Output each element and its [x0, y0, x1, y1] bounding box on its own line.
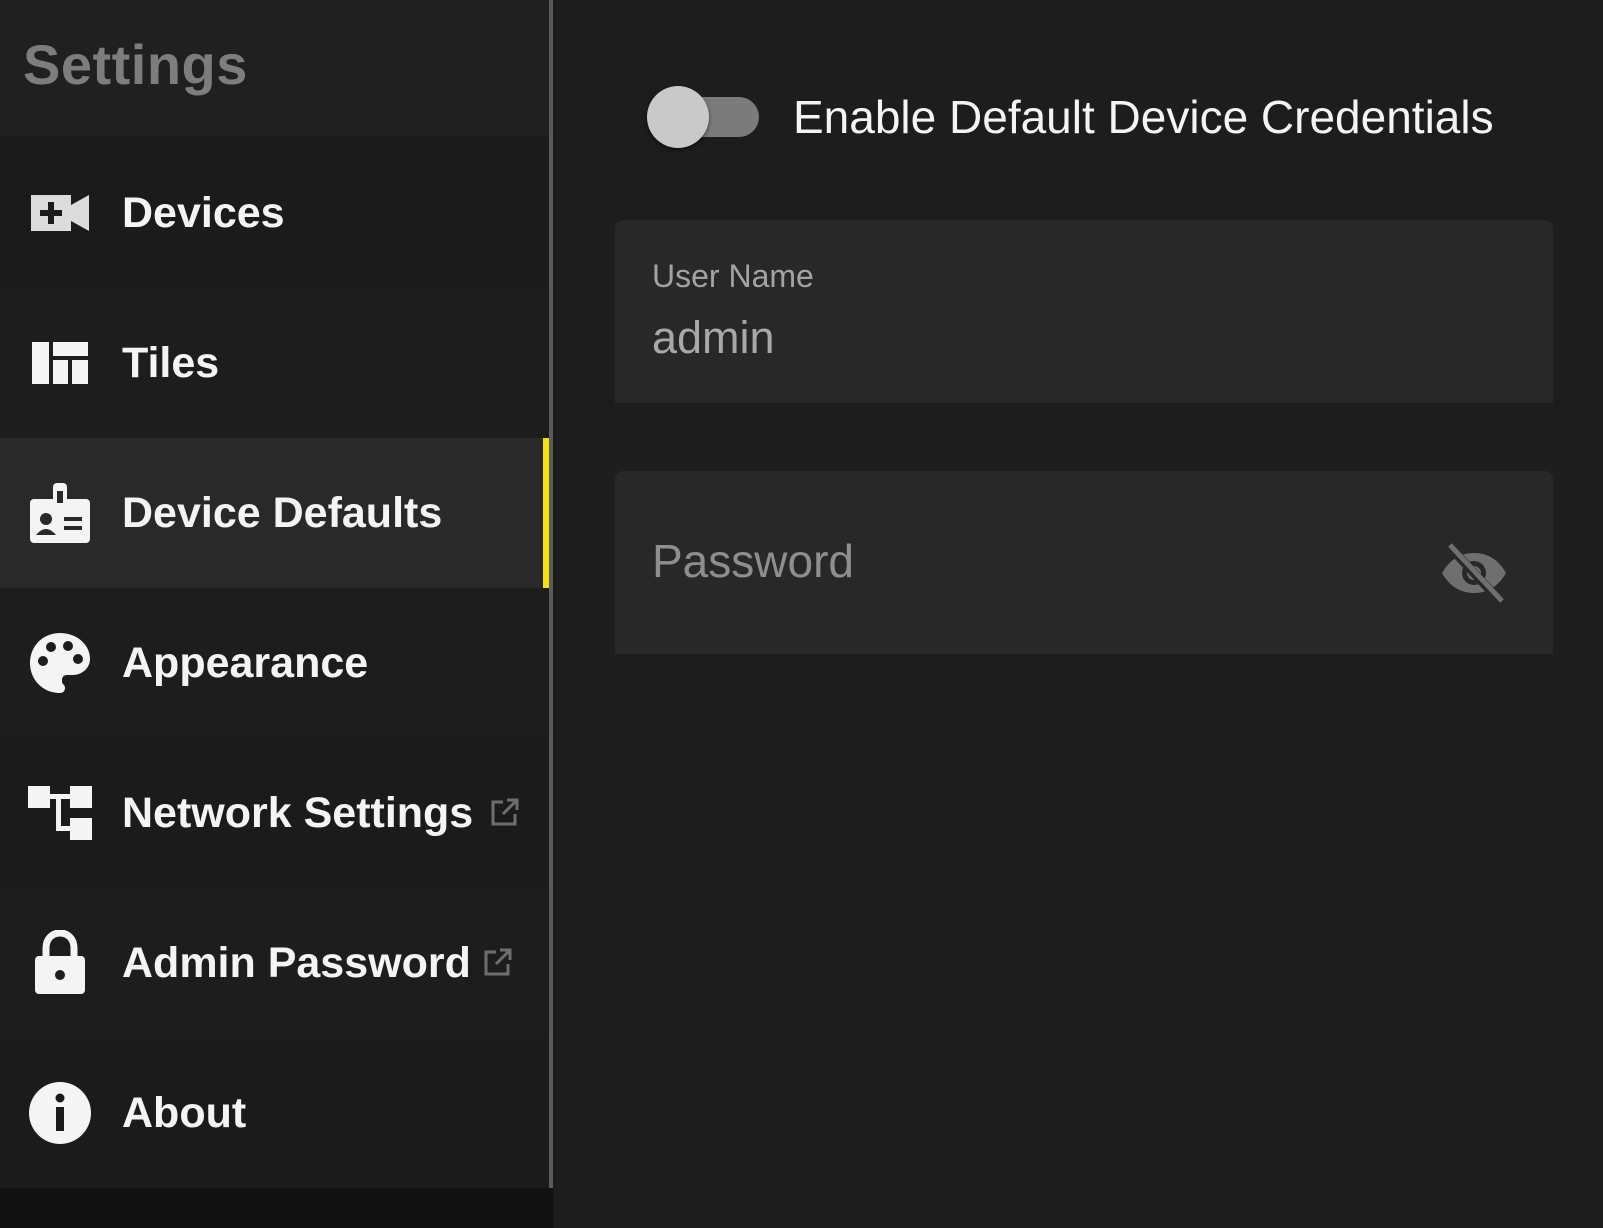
sidebar-item-device-defaults[interactable]: Device Defaults	[0, 438, 549, 588]
video-camera-add-icon	[28, 181, 92, 245]
sidebar-item-devices[interactable]: Devices	[0, 138, 549, 288]
sidebar-nav: Devices Tiles Device Defaults Appearance…	[0, 138, 549, 1188]
sidebar-item-network-settings[interactable]: Network Settings	[0, 738, 549, 888]
sidebar: Settings Devices Tiles Device Defaults A…	[0, 0, 553, 1228]
settings-app: Settings Devices Tiles Device Defaults A…	[0, 0, 1603, 1228]
lock-icon	[28, 930, 92, 995]
tiles-layout-icon	[28, 331, 92, 395]
sidebar-footer	[0, 1188, 553, 1228]
sidebar-header: Settings	[0, 0, 549, 136]
sidebar-item-label: Devices	[122, 189, 285, 237]
username-label: User Name	[652, 258, 814, 294]
badge-icon	[28, 481, 92, 545]
sidebar-item-tiles[interactable]: Tiles	[0, 288, 549, 438]
username-input[interactable]	[652, 310, 1472, 366]
password-field[interactable]: Password	[615, 471, 1553, 654]
sidebar-item-label: Appearance	[122, 639, 369, 687]
password-placeholder[interactable]: Password	[652, 533, 854, 589]
credentials-toggle-label: Enable Default Device Credentials	[793, 91, 1494, 143]
sidebar-title: Settings	[23, 33, 248, 96]
credentials-toggle-switch[interactable]	[647, 85, 763, 149]
sidebar-item-about[interactable]: About	[0, 1038, 549, 1188]
sidebar-item-admin-password[interactable]: Admin Password	[0, 888, 549, 1038]
eye-off-icon[interactable]	[1438, 541, 1510, 605]
sidebar-item-appearance[interactable]: Appearance	[0, 588, 549, 738]
palette-icon	[28, 631, 92, 695]
device-defaults-panel: Enable Default Device Credentials User N…	[553, 0, 1603, 1228]
external-link-icon	[482, 946, 514, 978]
sidebar-item-label: Tiles	[122, 339, 220, 387]
toggle-thumb	[647, 86, 709, 148]
sidebar-item-label: Network Settings	[122, 789, 474, 837]
sidebar-item-label: Admin Password	[122, 939, 471, 987]
network-icon	[28, 781, 92, 845]
sidebar-item-label: Device Defaults	[122, 489, 443, 537]
sidebar-item-label: About	[122, 1089, 247, 1137]
credentials-toggle-row: Enable Default Device Credentials	[647, 82, 1494, 152]
external-link-icon	[489, 796, 521, 828]
username-field[interactable]: User Name	[615, 220, 1553, 403]
info-icon	[28, 1081, 92, 1145]
